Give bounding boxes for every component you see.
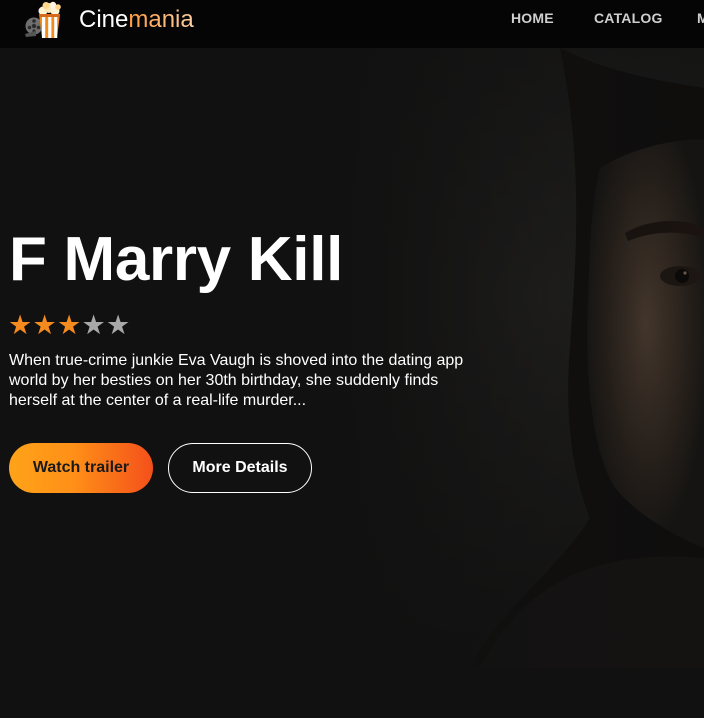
star-icon-filled: ★	[8, 310, 33, 340]
brand-name-prefix: Cine	[79, 6, 129, 33]
star-icon-empty: ★	[81, 310, 106, 340]
rating-stars: ★ ★ ★ ★ ★	[8, 310, 131, 340]
popcorn-icon	[25, 1, 61, 38]
movie-title: F Marry Kill	[9, 225, 344, 294]
star-icon-filled: ★	[57, 310, 82, 340]
star-icon-empty: ★	[106, 310, 131, 340]
brand-logo[interactable]: Cinemania	[22, 1, 194, 39]
more-details-button[interactable]: More Details	[168, 443, 312, 493]
brand-name: Cinemania	[79, 3, 194, 37]
page: Cinemania HOME CATALOG M F Marry Kill ★ …	[0, 0, 704, 718]
nav-item-home[interactable]: HOME	[511, 10, 554, 26]
star-icon-filled: ★	[32, 310, 57, 340]
watch-trailer-button[interactable]: Watch trailer	[9, 443, 153, 493]
site-header: Cinemania HOME CATALOG M	[0, 0, 704, 48]
nav-item-catalog[interactable]: CATALOG	[594, 10, 663, 26]
nav-item-third[interactable]: M	[697, 10, 704, 26]
content-section-top	[0, 668, 704, 718]
brand-name-accent: mania	[128, 6, 194, 33]
movie-description: When true-crime junkie Eva Vaugh is shov…	[9, 352, 464, 409]
